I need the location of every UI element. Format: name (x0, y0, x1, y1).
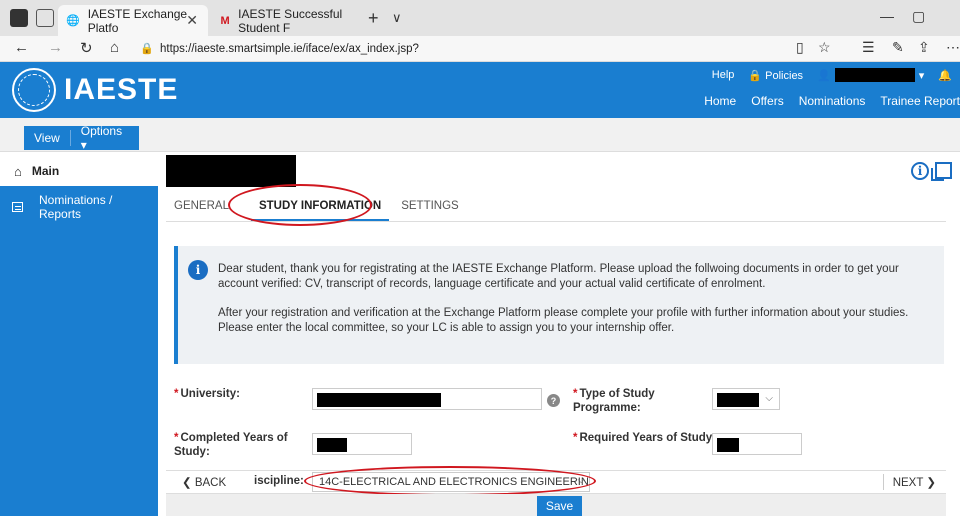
record-title-redacted (166, 155, 296, 187)
chevron-down-icon: ⌵ (765, 393, 773, 404)
completed-years-field[interactable] (312, 433, 412, 455)
tab-general[interactable]: GENERAL (166, 196, 237, 221)
info-icon: i (188, 260, 208, 280)
university-label: * University: (174, 388, 240, 400)
save-button[interactable]: Save (537, 496, 582, 516)
type-of-study-value-redacted (717, 393, 759, 407)
window-menu-icon[interactable] (10, 9, 28, 27)
tab-study-information[interactable]: STUDY INFORMATION (250, 196, 390, 221)
required-years-field[interactable] (712, 433, 802, 455)
completed-years-label: * Completed Years of Study: (174, 432, 288, 458)
main-nav: Home Offers Nominations Trainee Report (704, 94, 960, 108)
lock-icon: 🔒 (140, 43, 154, 55)
site-header: IAESTE Help 🔒 Policies 👤 ▾ 🔔 Home Offers… (0, 62, 960, 118)
back-icon[interactable]: ← (14, 39, 29, 56)
pen-icon[interactable]: ✎ (892, 39, 904, 56)
minimize-button[interactable]: — (880, 8, 894, 24)
back-button[interactable]: ❮ BACK (182, 475, 226, 489)
header-top-links: Help 🔒 Policies 👤 ▾ 🔔 (712, 68, 952, 82)
divider (883, 474, 884, 490)
user-menu[interactable]: 👤 ▾ (817, 68, 924, 82)
refresh-icon[interactable]: ↻ (80, 39, 93, 57)
view-options-bar: View Options ▾ (24, 124, 139, 152)
notice-paragraph: Dear student, thank you for registrating… (218, 263, 899, 290)
options-button[interactable]: Options ▾ (71, 124, 139, 152)
page-actions: i (911, 162, 952, 181)
sidebar-item-label: Main (31, 164, 60, 178)
url-text: https://iaeste.smartsimple.ie/iface/ex/a… (160, 42, 419, 55)
discipline-select[interactable]: 14C-ELECTRICAL AND ELECTRONICS ENGINEERI… (312, 472, 590, 492)
type-of-study-label: * Type of Study Programme: (573, 388, 655, 414)
globe-icon: 🌐 (66, 15, 80, 27)
lock-icon: 🔒 (748, 69, 763, 82)
browser-tab-gmail[interactable]: M IAESTE Successful Student F (212, 5, 362, 36)
nav-nominations[interactable]: Nominations (799, 94, 866, 108)
list-icon (12, 202, 24, 212)
notice-paragraph: After your registration and verification… (218, 307, 909, 334)
help-link[interactable]: Help (712, 69, 735, 81)
url-field[interactable]: 🔒 https://iaeste.smartsimple.ie/iface/ex… (140, 38, 840, 59)
nav-home[interactable]: Home (704, 94, 736, 108)
university-field[interactable] (312, 388, 542, 410)
tab-actions-icon[interactable] (36, 9, 54, 27)
next-button[interactable]: NEXT ❯ (893, 475, 936, 489)
tab-settings[interactable]: SETTINGS (393, 196, 467, 221)
university-value-redacted (317, 393, 441, 407)
reading-view-icon[interactable]: ▯ (796, 39, 804, 56)
policies-link[interactable]: 🔒 Policies (748, 69, 803, 82)
sidebar-item-main[interactable]: ⌂ Main (0, 158, 158, 184)
chevron-down-icon: ⌵ (577, 475, 585, 486)
required-years-label: * Required Years of Study: (573, 432, 717, 444)
home-icon: ⌂ (14, 163, 22, 179)
discipline-label: iscipline: (254, 475, 304, 487)
gmail-icon: M (220, 14, 230, 27)
browser-address-bar: ← → ↻ ⌂ 🔒 https://iaeste.smartsimple.ie/… (0, 36, 960, 62)
completed-years-value-redacted (317, 438, 347, 452)
maximize-button[interactable]: ▢ (912, 8, 925, 25)
user-icon: 👤 (817, 69, 831, 82)
sidebar: Nominations / Reports (0, 186, 158, 516)
info-icon[interactable]: i (911, 162, 929, 180)
popout-window-icon[interactable] (931, 162, 952, 181)
chevron-down-icon: ▾ (918, 69, 925, 82)
tab-title: IAESTE Exchange Platfo (87, 6, 188, 35)
favorites-hub-icon[interactable]: ☰ (862, 39, 875, 56)
tab-list-button[interactable]: ∨ (392, 9, 402, 27)
info-notice: i Dear student, thank you for registrati… (174, 246, 944, 364)
share-icon[interactable]: ⇪ (918, 39, 930, 56)
type-of-study-select[interactable]: ⌵ (712, 388, 780, 410)
sidebar-item-nominations-reports[interactable]: Nominations / Reports (0, 186, 158, 228)
toolbar-band (0, 118, 960, 152)
new-tab-button[interactable]: + (368, 9, 379, 27)
home-icon[interactable]: ⌂ (110, 39, 119, 56)
wizard-nav: ❮ BACK iscipline: 14C-ELECTRICAL AND ELE… (166, 470, 946, 494)
globe-seal-icon (12, 68, 56, 112)
iaeste-logo[interactable]: IAESTE (12, 66, 178, 114)
required-years-value-redacted (717, 438, 739, 452)
more-icon[interactable]: ⋯ (946, 39, 960, 56)
bell-icon[interactable]: 🔔 (938, 69, 952, 82)
sidebar-item-label: Nominations / Reports (39, 193, 113, 221)
nav-trainee-report[interactable]: Trainee Report (880, 94, 960, 108)
view-button[interactable]: View (24, 131, 70, 145)
browser-tab-iaeste-exchange[interactable]: 🌐 IAESTE Exchange Platfo ✕ (58, 5, 208, 36)
username-redacted (834, 68, 915, 82)
nav-offers[interactable]: Offers (751, 94, 783, 108)
brand-name: IAESTE (64, 73, 179, 106)
favorite-star-icon[interactable]: ☆ (818, 39, 831, 56)
help-icon[interactable]: ? (547, 394, 560, 407)
tab-title: IAESTE Successful Student F (238, 6, 343, 35)
record-tabs: GENERAL STUDY INFORMATION SETTINGS (166, 196, 946, 222)
browser-tab-strip: 🌐 IAESTE Exchange Platfo ✕ M IAESTE Succ… (0, 0, 960, 36)
discipline-value: 14C-ELECTRICAL AND ELECTRONICS ENGINEERI… (319, 476, 590, 488)
close-icon[interactable]: ✕ (186, 12, 198, 29)
forward-icon[interactable]: → (48, 39, 63, 56)
